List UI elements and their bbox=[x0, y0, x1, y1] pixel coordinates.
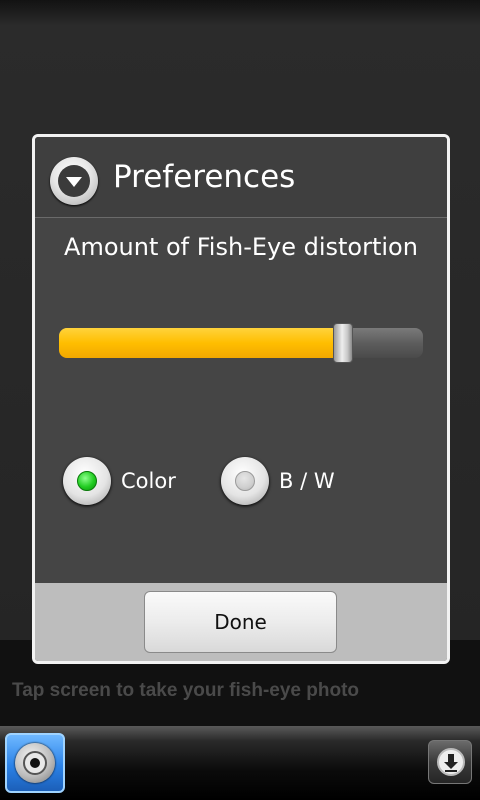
bw-radio-button[interactable] bbox=[221, 457, 269, 505]
radio-color-option[interactable]: Color bbox=[63, 457, 176, 505]
preferences-dialog: Preferences Amount of Fish-Eye distortio… bbox=[32, 134, 450, 664]
distortion-slider[interactable] bbox=[59, 323, 423, 363]
dialog-header: Preferences bbox=[35, 137, 447, 218]
done-button[interactable]: Done bbox=[144, 591, 337, 653]
dialog-title: Preferences bbox=[113, 159, 296, 195]
camera-button[interactable] bbox=[5, 733, 65, 793]
camera-lens-icon bbox=[15, 743, 55, 783]
bottom-toolbar bbox=[0, 726, 480, 800]
radio-selected-indicator bbox=[77, 471, 97, 491]
slider-thumb[interactable] bbox=[333, 323, 353, 363]
color-radio-button[interactable] bbox=[63, 457, 111, 505]
radio-bw-option[interactable]: B / W bbox=[221, 457, 335, 505]
color-radio-label: Color bbox=[121, 469, 176, 493]
download-arrow-icon bbox=[444, 754, 458, 772]
radio-unselected-indicator bbox=[235, 471, 255, 491]
distortion-label: Amount of Fish-Eye distortion bbox=[64, 233, 418, 261]
download-button[interactable] bbox=[428, 740, 472, 784]
slider-fill bbox=[59, 328, 343, 358]
bw-radio-label: B / W bbox=[279, 469, 335, 493]
dialog-footer: Done bbox=[35, 583, 447, 661]
chevron-down-circle-icon bbox=[50, 157, 98, 205]
instruction-caption: Tap screen to take your fish-eye photo bbox=[12, 680, 360, 701]
